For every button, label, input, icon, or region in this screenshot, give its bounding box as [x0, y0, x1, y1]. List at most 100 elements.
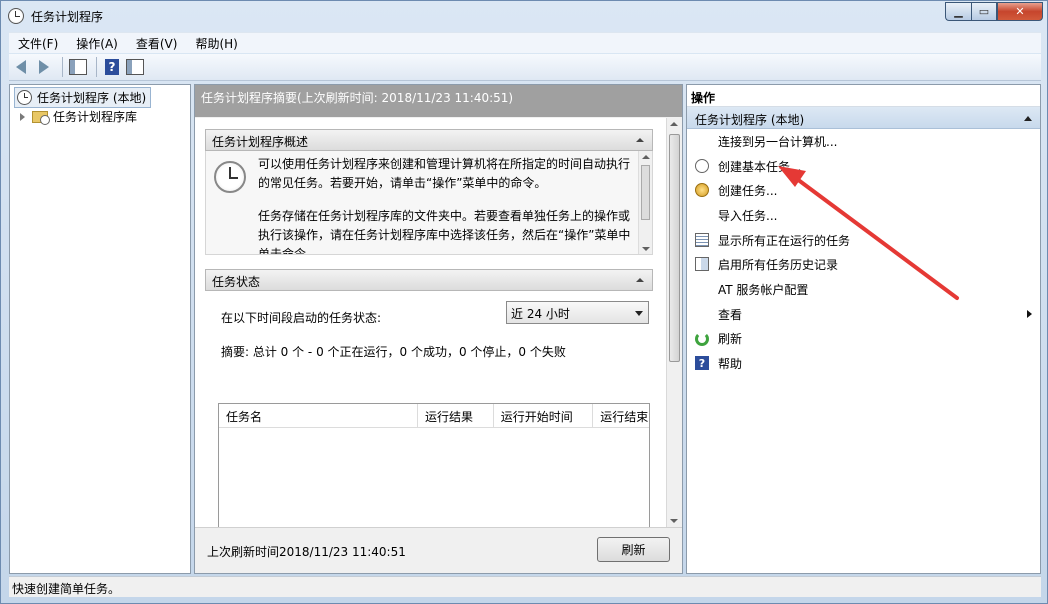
task-gold-icon	[695, 183, 709, 198]
console-tree: 任务计划程序 (本地) 任务计划程序库	[9, 84, 191, 574]
summary-header: 任务计划程序摘要(上次刷新时间: 2018/11/23 11:40:51)	[195, 85, 682, 117]
help-icon: ?	[105, 59, 119, 75]
action-connect-computer[interactable]: 连接到另一台计算机...	[687, 129, 1040, 154]
tree-item-label: 任务计划程序 (本地)	[37, 91, 147, 105]
action-enable-history[interactable]: 启用所有任务历史记录	[687, 252, 1040, 277]
tree-item-label: 任务计划程序库	[53, 110, 138, 124]
tree-item-library[interactable]: 任务计划程序库	[20, 108, 137, 125]
table-header: 任务名 运行结果 运行开始时间 运行结束	[219, 404, 649, 428]
action-at-service-config[interactable]: AT 服务帐户配置	[687, 277, 1040, 302]
minimize-button[interactable]: ▁	[945, 2, 971, 21]
column-run-result[interactable]: 运行结果	[418, 404, 494, 427]
overview-paragraph: 可以使用任务计划程序来创建和管理计算机将在所指定的时间自动执行的常见任务。若要开…	[258, 157, 631, 190]
summary-content: 任务计划程序概述 可以使用任务计划程序来创建和管理计算机将在所指定的时间自动执行…	[195, 118, 666, 527]
collapse-arrow-icon[interactable]	[636, 278, 644, 282]
clock-icon	[214, 161, 246, 193]
submenu-arrow-icon	[1027, 309, 1032, 318]
refresh-button[interactable]: 刷新	[597, 537, 670, 562]
column-task-name[interactable]: 任务名	[219, 404, 419, 427]
maximize-icon: ▭	[978, 5, 990, 18]
status-section: 任务状态 在以下时间段启动的任务状态: 近 24 小时 摘要: 总计 0 个 -…	[205, 269, 653, 527]
toolbar-separator	[96, 57, 97, 77]
action-refresh[interactable]: 刷新	[687, 327, 1040, 352]
actions-title: 操作	[687, 85, 1040, 107]
close-icon: ✕	[1015, 5, 1025, 18]
task-scheduler-icon	[8, 8, 24, 24]
action-show-running-tasks[interactable]: 显示所有正在运行的任务	[687, 228, 1040, 253]
overview-body: 可以使用任务计划程序来创建和管理计算机将在所指定的时间自动执行的常见任务。若要开…	[205, 151, 653, 255]
section-title: 任务状态	[212, 275, 261, 289]
refresh-icon	[695, 331, 709, 346]
column-run-end[interactable]: 运行结束	[593, 404, 649, 427]
last-refresh-text: 上次刷新时间2018/11/23 11:40:51	[207, 545, 406, 559]
show-hide-action-pane-button[interactable]	[125, 57, 145, 77]
caption-buttons: ▁ ▭ ✕	[945, 2, 1043, 21]
status-header[interactable]: 任务状态	[205, 269, 653, 291]
menu-bar: 文件(F) 操作(A) 查看(V) 帮助(H)	[9, 32, 1041, 53]
action-create-task[interactable]: 创建任务...	[687, 178, 1040, 203]
maximize-button[interactable]: ▭	[971, 2, 997, 21]
status-summary: 摘要: 总计 0 个 - 0 个正在运行，0 个成功，0 个停止，0 个失败	[221, 345, 566, 359]
column-run-start[interactable]: 运行开始时间	[494, 404, 594, 427]
overview-paragraph: 任务存储在任务计划程序库的文件夹中。若要查看单独任务上的操作或执行该操作，请在任…	[258, 209, 631, 255]
actions-pane: 操作 任务计划程序 (本地) 连接到另一台计算机... 创建基本任务... 创建…	[686, 84, 1041, 574]
section-title: 任务计划程序概述	[212, 135, 309, 149]
action-create-basic-task[interactable]: 创建基本任务...	[687, 154, 1040, 179]
scroll-down-icon[interactable]	[642, 247, 650, 251]
summary-footer: 上次刷新时间2018/11/23 11:40:51 刷新	[195, 527, 682, 573]
clock-icon	[17, 90, 32, 105]
action-import-task[interactable]: 导入任务...	[687, 203, 1040, 228]
status-body: 在以下时间段启动的任务状态: 近 24 小时 摘要: 总计 0 个 - 0 个正…	[205, 291, 653, 527]
menu-action[interactable]: 操作(A)	[67, 35, 127, 52]
overview-header[interactable]: 任务计划程序概述	[205, 129, 653, 151]
summary-scrollbar[interactable]	[666, 118, 682, 527]
action-help[interactable]: ? 帮助	[687, 351, 1040, 376]
summary-pane: 任务计划程序摘要(上次刷新时间: 2018/11/23 11:40:51) 任务…	[194, 84, 683, 574]
task-status-table: 任务名 运行结果 运行开始时间 运行结束	[218, 403, 650, 527]
history-icon	[695, 257, 709, 272]
expand-arrow-icon[interactable]	[20, 112, 25, 121]
toolbar-separator	[62, 57, 63, 77]
scroll-thumb[interactable]	[641, 165, 650, 220]
show-hide-console-tree-button[interactable]	[68, 57, 88, 77]
window-frame: 任务计划程序 ▁ ▭ ✕ 文件(F) 操作(A) 查看(V) 帮助(H) ? 任…	[0, 0, 1048, 604]
collapse-arrow-icon[interactable]	[636, 138, 644, 142]
action-label: 连接到另一台计算机...	[718, 134, 838, 149]
close-button[interactable]: ✕	[997, 2, 1043, 21]
period-label: 在以下时间段启动的任务状态:	[221, 311, 382, 325]
scroll-up-icon[interactable]	[670, 122, 678, 126]
clock-icon	[695, 158, 709, 173]
help-icon: ?	[695, 356, 709, 371]
action-label: 创建任务...	[718, 184, 778, 199]
menu-help[interactable]: 帮助(H)	[186, 35, 246, 52]
actions-group-header[interactable]: 任务计划程序 (本地)	[687, 107, 1040, 129]
title-bar[interactable]: 任务计划程序 ▁ ▭ ✕	[1, 1, 1047, 31]
overview-text: 可以使用任务计划程序来创建和管理计算机将在所指定的时间自动执行的常见任务。若要开…	[258, 155, 638, 255]
back-button[interactable]	[11, 57, 31, 77]
action-view[interactable]: 查看	[687, 302, 1040, 327]
menu-file[interactable]: 文件(F)	[9, 35, 67, 52]
action-label: 启用所有任务历史记录	[718, 258, 839, 273]
menu-view[interactable]: 查看(V)	[127, 35, 187, 52]
action-label: 创建基本任务...	[718, 159, 802, 174]
action-pane-icon	[126, 59, 144, 75]
forward-arrow-icon	[39, 60, 49, 74]
action-label: 导入任务...	[718, 208, 778, 223]
console-tree-icon	[69, 59, 87, 75]
forward-button[interactable]	[34, 57, 54, 77]
action-label: 刷新	[718, 332, 743, 347]
collapse-arrow-icon[interactable]	[1024, 116, 1032, 121]
help-toolbar-button[interactable]: ?	[102, 57, 122, 77]
scroll-thumb[interactable]	[669, 134, 680, 362]
minimize-icon: ▁	[954, 5, 963, 18]
period-select[interactable]: 近 24 小时	[506, 301, 649, 324]
overview-section: 任务计划程序概述 可以使用任务计划程序来创建和管理计算机将在所指定的时间自动执行…	[205, 129, 653, 255]
toolbar: ?	[9, 54, 1041, 81]
tree-item-local[interactable]: 任务计划程序 (本地)	[14, 87, 152, 108]
scroll-down-icon[interactable]	[670, 519, 678, 523]
scroll-up-icon[interactable]	[642, 155, 650, 159]
list-icon	[695, 232, 709, 247]
action-label: 帮助	[718, 357, 743, 372]
action-label: 显示所有正在运行的任务	[718, 233, 851, 248]
overview-scrollbar[interactable]	[638, 151, 652, 254]
